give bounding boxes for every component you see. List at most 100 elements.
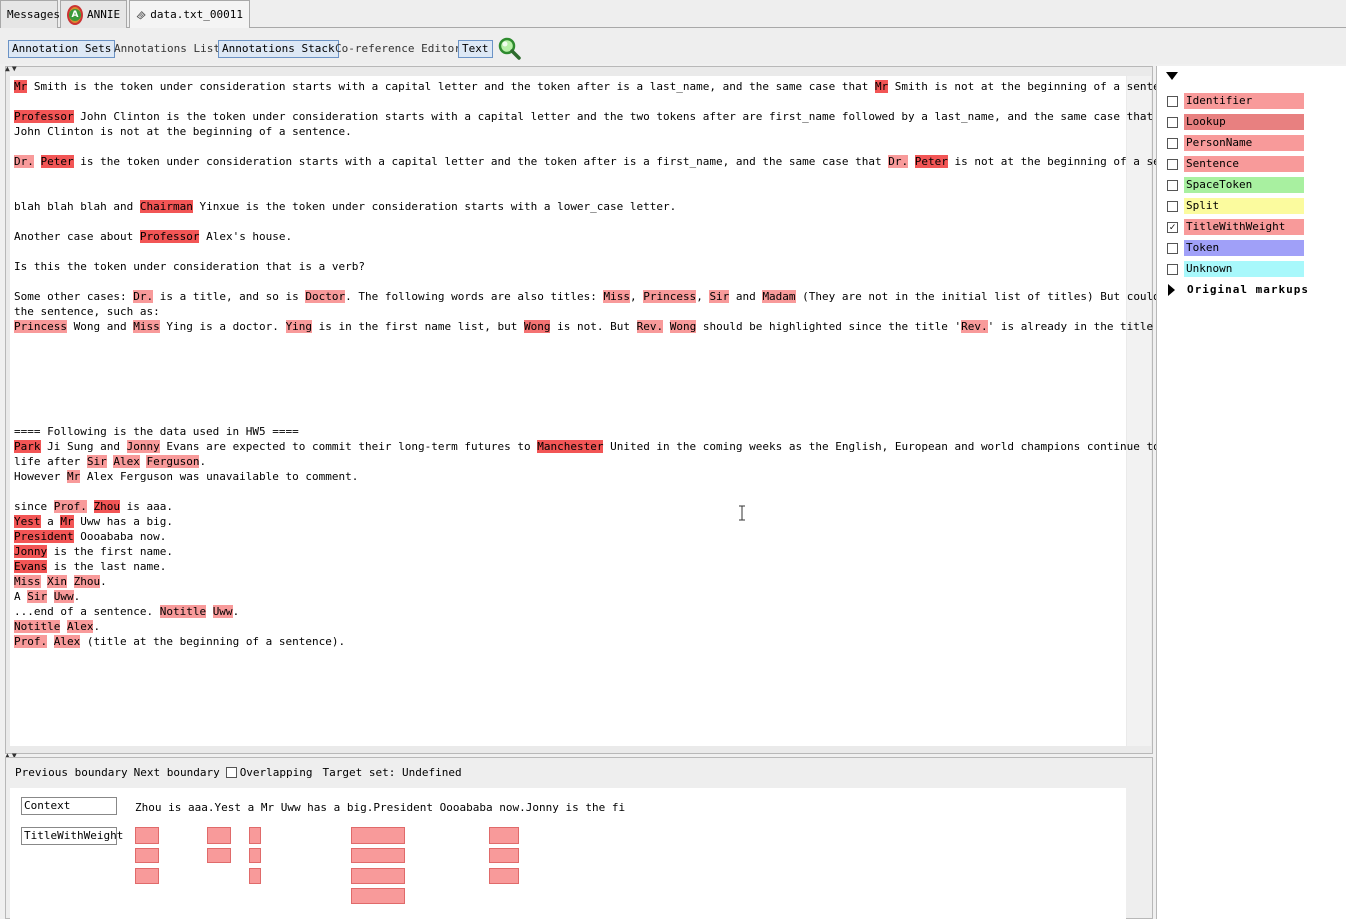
annotation-type-checkbox[interactable] (1167, 263, 1178, 275)
annotation-highlight[interactable]: Alex (66, 620, 94, 633)
annotation-type-checkbox[interactable]: ✓ (1167, 221, 1178, 233)
annotation-type-row[interactable]: SpaceToken (1167, 177, 1304, 193)
annotation-highlight[interactable]: Dr. (133, 290, 154, 303)
annotation-highlight[interactable]: Professor (14, 110, 74, 123)
annotation-type-checkbox[interactable] (1167, 137, 1178, 149)
expand-triangle-icon[interactable] (1168, 283, 1175, 296)
annotation-highlight[interactable]: Jonny (14, 545, 48, 558)
tab-messages[interactable]: Messages (0, 0, 60, 28)
annotation-highlight[interactable]: Uww (53, 590, 74, 603)
annotation-box[interactable] (489, 868, 519, 884)
annotation-type-row[interactable]: PersonName (1167, 135, 1304, 151)
annotation-highlight[interactable]: Xin (47, 575, 67, 588)
annotation-box[interactable] (351, 848, 405, 863)
annotation-type-checkbox[interactable] (1167, 200, 1178, 212)
annotation-highlight[interactable]: Miss (14, 575, 41, 588)
annotation-type-checkbox[interactable] (1167, 242, 1178, 254)
annotation-highlight[interactable]: Alex (53, 635, 81, 648)
annotation-highlight[interactable]: Jonny (126, 440, 160, 453)
next-boundary-button[interactable]: Next boundary (134, 766, 220, 779)
original-markups-row[interactable]: Original markups (1168, 283, 1309, 296)
annotation-highlight[interactable]: Mr (66, 470, 81, 483)
context-text: Zhou is aaa.Yest a Mr Uww has a big.Pres… (135, 801, 626, 814)
annotation-highlight[interactable]: Doctor (305, 290, 346, 303)
annotation-box[interactable] (351, 827, 405, 844)
annotation-highlight[interactable]: Miss (603, 290, 630, 303)
annotation-highlight[interactable]: Rev. (636, 320, 664, 333)
annotation-highlight[interactable]: Evans (14, 560, 48, 573)
annotation-highlight[interactable]: Dr. (888, 155, 909, 168)
annotation-highlight[interactable]: Chairman (139, 200, 193, 213)
collapse-arrows-icon[interactable]: ▲▼ (5, 64, 19, 73)
coreference-editor-toggle[interactable]: Co-reference Editor (331, 40, 465, 58)
annotation-box[interactable] (135, 868, 159, 884)
annotation-type-row[interactable]: Unknown (1167, 261, 1304, 277)
annotation-highlight[interactable]: Ferguson (146, 455, 200, 468)
annotation-highlight[interactable]: Uww (212, 605, 233, 618)
annotation-highlight[interactable]: Professor (139, 230, 200, 243)
annotation-highlight[interactable]: Mr (60, 515, 74, 528)
annotation-highlight[interactable]: President (14, 530, 74, 543)
text-scroll-strip[interactable] (1127, 76, 1151, 746)
annotation-highlight[interactable]: Madam (762, 290, 796, 303)
annotation-type-checkbox[interactable] (1167, 116, 1178, 128)
magnifier-icon[interactable] (497, 36, 521, 60)
annotation-highlight[interactable]: Prof. (14, 635, 48, 648)
annotation-type-row[interactable]: Split (1167, 198, 1304, 214)
annotation-type-row[interactable]: Identifier (1167, 93, 1304, 109)
annotation-highlight[interactable]: Princess (14, 320, 67, 333)
annotation-type-row[interactable]: ✓ TitleWithWeight (1167, 219, 1304, 235)
text-toggle[interactable]: Text (458, 40, 493, 58)
overlapping-checkbox[interactable] (225, 766, 237, 778)
annotation-highlight[interactable]: Miss (133, 320, 160, 333)
annotations-stack-toggle[interactable]: Annotations Stack (218, 40, 339, 58)
previous-boundary-button[interactable]: Previous boundary (15, 766, 128, 779)
annotation-box[interactable] (351, 888, 405, 904)
annotation-highlight[interactable]: Prof. (53, 500, 87, 513)
annotation-highlight[interactable]: Alex (113, 455, 140, 468)
annotation-type-row[interactable]: Lookup (1167, 114, 1304, 130)
annotation-highlight[interactable]: Princess (643, 290, 697, 303)
tab-document[interactable]: data.txt_00011 (129, 0, 250, 28)
annotation-type-checkbox[interactable] (1167, 158, 1178, 170)
annotation-highlight[interactable]: Manchester (537, 440, 604, 453)
annotation-type-row[interactable]: Token (1167, 240, 1304, 256)
text-span (663, 320, 670, 333)
annotation-box[interactable] (135, 848, 159, 863)
annotation-highlight[interactable]: Notitle (14, 620, 61, 633)
annotation-box[interactable] (489, 848, 519, 863)
annotation-box[interactable] (135, 827, 159, 844)
annotation-highlight[interactable]: Sir (86, 455, 107, 468)
annotation-box[interactable] (249, 827, 261, 844)
annotation-box[interactable] (351, 868, 405, 884)
annotation-highlight[interactable]: Notitle (159, 605, 207, 618)
annotations-list-toggle[interactable]: Annotations List (110, 40, 224, 58)
annotation-box[interactable] (489, 827, 519, 844)
annotation-type-checkbox[interactable] (1167, 95, 1178, 107)
annotation-highlight[interactable]: Rev. (961, 320, 988, 333)
annotation-box[interactable] (207, 848, 231, 863)
text-span (206, 605, 213, 618)
annotation-box[interactable] (249, 868, 261, 884)
annotation-highlight[interactable]: Park (14, 440, 41, 453)
annotation-type-row[interactable]: Sentence (1167, 156, 1304, 172)
annotation-highlight[interactable]: Yest (14, 515, 41, 528)
annotation-highlight[interactable]: Mr (874, 80, 889, 93)
annotation-highlight[interactable]: Ying (285, 320, 313, 333)
tab-annie[interactable]: A ANNIE (60, 0, 127, 28)
annotation-highlight[interactable]: Peter (914, 155, 948, 168)
annotation-highlight[interactable]: Peter (40, 155, 74, 168)
annotation-highlight[interactable]: Mr (14, 80, 28, 93)
annotation-box[interactable] (207, 827, 231, 844)
annotation-sets-toggle[interactable]: Annotation Sets (8, 40, 116, 58)
annotation-type-checkbox[interactable] (1167, 179, 1178, 191)
annotation-highlight[interactable]: Zhou (93, 500, 120, 513)
expand-set-icon[interactable] (1166, 72, 1178, 80)
annotation-highlight[interactable]: Sir (27, 590, 48, 603)
annotation-box[interactable] (249, 848, 261, 863)
annotation-highlight[interactable]: Dr. (14, 155, 34, 168)
annotation-highlight[interactable]: Wong (523, 320, 551, 333)
annotation-highlight[interactable]: Zhou (73, 575, 101, 588)
annotation-highlight[interactable]: Sir (709, 290, 730, 303)
annotation-highlight[interactable]: Wong (669, 320, 697, 333)
